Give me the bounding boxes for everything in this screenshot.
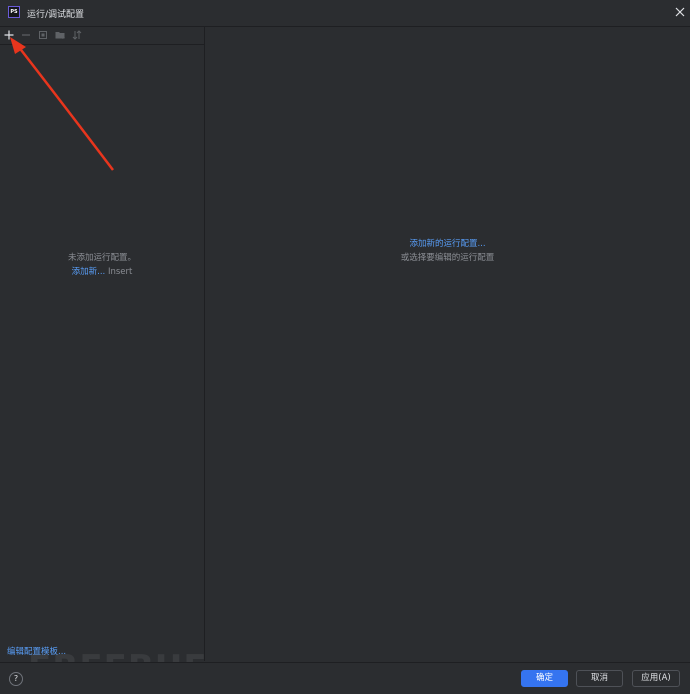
dialog-title: 运行/调试配置 — [27, 10, 85, 20]
ok-button[interactable]: 确定 — [521, 670, 568, 687]
folder-icon[interactable] — [54, 29, 66, 41]
config-toolbar — [0, 27, 204, 45]
close-icon[interactable] — [672, 4, 688, 20]
plus-icon[interactable] — [3, 29, 15, 41]
copy-icon[interactable] — [37, 29, 49, 41]
apply-button[interactable]: 应用(A) — [632, 670, 680, 687]
insert-shortcut-hint: Insert — [107, 267, 133, 277]
config-list-panel: 未添加运行配置。 添加新... Insert — [0, 45, 204, 661]
config-detail-panel: 添加新的运行配置... 或选择要编辑的运行配置 — [205, 27, 690, 661]
add-new-link[interactable]: 添加新... — [72, 267, 106, 277]
minus-icon[interactable] — [20, 29, 32, 41]
select-config-hint: 或选择要编辑的运行配置 — [400, 253, 495, 263]
help-button[interactable]: ? — [9, 672, 23, 686]
dialog-footer: ? 确定 取消 应用(A) — [0, 662, 690, 694]
sort-icon[interactable] — [71, 29, 83, 41]
app-logo-icon: PS — [8, 6, 20, 18]
cancel-button[interactable]: 取消 — [576, 670, 623, 687]
add-new-row: 添加新... Insert — [0, 265, 204, 277]
add-new-config-link[interactable]: 添加新的运行配置... — [409, 239, 485, 249]
empty-config-text: 未添加运行配置。 — [67, 253, 136, 263]
title-bar: PS 运行/调试配置 — [0, 0, 690, 27]
